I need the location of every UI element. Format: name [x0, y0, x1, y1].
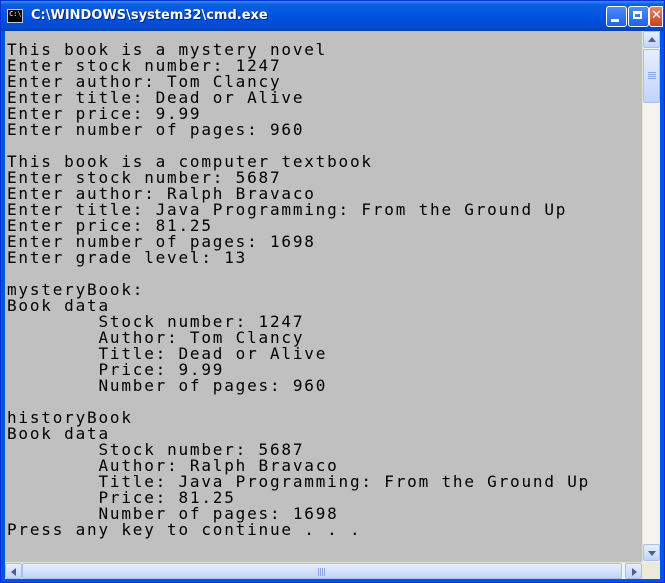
arrow-left-icon [11, 568, 16, 576]
title-bar[interactable]: C:\ C:\WINDOWS\system32\cmd.exe ✕ [1, 1, 664, 31]
close-button[interactable]: ✕ [649, 6, 663, 27]
scroll-left-button[interactable] [5, 563, 22, 579]
cmd-window: C:\ C:\WINDOWS\system32\cmd.exe ✕ This b… [0, 0, 665, 583]
close-icon: ✕ [651, 8, 662, 23]
arrow-down-icon [648, 551, 656, 556]
cmd-icon-text: C:\ [9, 10, 22, 18]
console-output-area[interactable]: This book is a mystery novel Enter stock… [5, 31, 642, 562]
arrow-up-icon [648, 37, 656, 42]
window-title: C:\WINDOWS\system32\cmd.exe [31, 8, 268, 23]
scroll-down-button[interactable] [643, 544, 660, 561]
maximize-icon [633, 11, 642, 19]
horizontal-scrollbar[interactable] [5, 562, 642, 579]
cmd-icon[interactable]: C:\ [7, 9, 23, 23]
grip-icon [648, 72, 656, 73]
maximize-button[interactable] [628, 6, 649, 27]
scroll-up-button[interactable] [643, 31, 660, 48]
grip-icon [318, 568, 319, 576]
minimize-icon [611, 19, 619, 22]
scroll-right-button[interactable] [625, 563, 642, 579]
arrow-right-icon [632, 568, 637, 576]
scrollbar-corner [642, 562, 660, 579]
minimize-button[interactable] [606, 6, 627, 27]
console-output: This book is a mystery novel Enter stock… [7, 40, 591, 539]
vertical-scroll-thumb[interactable] [643, 49, 660, 103]
horizontal-scroll-thumb[interactable] [22, 563, 622, 579]
vertical-scrollbar[interactable] [642, 31, 660, 562]
